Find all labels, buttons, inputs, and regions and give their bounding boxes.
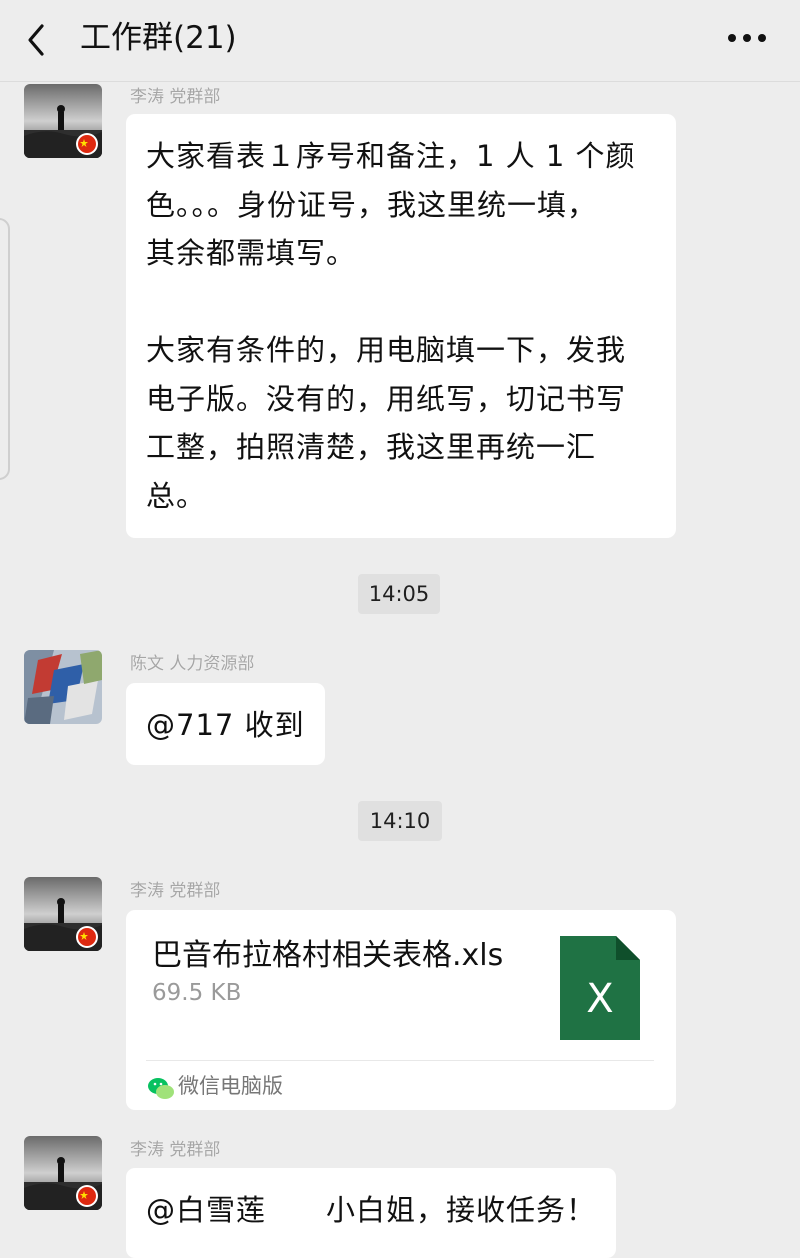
- message-text: @717 收到: [146, 708, 305, 742]
- message-line: 电子版。没有的，用纸写，切记书写: [146, 381, 627, 416]
- divider: [146, 1060, 654, 1061]
- floating-window-edge[interactable]: [0, 218, 10, 480]
- sender-name: 李涛 党群部: [130, 87, 221, 107]
- excel-file-icon: X: [560, 936, 640, 1040]
- back-button[interactable]: [18, 18, 58, 62]
- avatar[interactable]: [24, 650, 102, 724]
- wechat-icon: [148, 1078, 174, 1099]
- chat-header: 工作群(21): [0, 0, 800, 82]
- message-bubble[interactable]: @717 收到: [126, 683, 325, 765]
- avatar[interactable]: [24, 84, 102, 158]
- message-line: 大家看表１序号和备注，1 人 1 个颜: [146, 139, 636, 173]
- avatar[interactable]: [24, 1136, 102, 1210]
- message-line: 工整，拍照清楚，我这里再统一汇: [146, 430, 597, 464]
- excel-letter: X: [586, 976, 613, 1022]
- message-bubble[interactable]: 大家看表１序号和备注，1 人 1 个颜 色。。。身份证号，我这里统一填， 其余都…: [126, 114, 676, 538]
- avatar[interactable]: [24, 877, 102, 951]
- message-line: [146, 278, 660, 327]
- message-text: @白雪莲 小白姐，接收任务！: [146, 1193, 597, 1227]
- more-dots-icon: [728, 34, 766, 42]
- timestamp: 14:05: [358, 574, 440, 614]
- file-message-bubble[interactable]: 巴音布拉格村相关表格.xls 69.5 KB X 微信电脑版: [126, 910, 676, 1110]
- message-line: 总。: [146, 478, 207, 513]
- sender-name: 李涛 党群部: [130, 1140, 221, 1160]
- chevron-left-icon: [28, 24, 44, 56]
- message-line: 大家有条件的，用电脑填一下，发我: [146, 333, 627, 367]
- sender-name: 李涛 党群部: [130, 881, 221, 901]
- file-source-label: 微信电脑版: [178, 1074, 283, 1098]
- message-line: 色。。。身份证号，我这里统一填，: [146, 187, 598, 222]
- more-button[interactable]: [724, 26, 774, 50]
- file-name: 巴音布拉格村相关表格.xls: [152, 938, 504, 973]
- file-size: 69.5 KB: [152, 980, 242, 1006]
- message-line: 其余都需填写。: [146, 236, 357, 270]
- message-bubble[interactable]: @白雪莲 小白姐，接收任务！: [126, 1168, 617, 1258]
- sender-name: 陈文 人力资源部: [130, 654, 255, 674]
- message-text: 大家看表１序号和备注，1 人 1 个颜 色。。。身份证号，我这里统一填， 其余都…: [146, 132, 660, 520]
- timestamp: 14:10: [358, 801, 442, 841]
- chat-title: 工作群(21): [80, 20, 237, 56]
